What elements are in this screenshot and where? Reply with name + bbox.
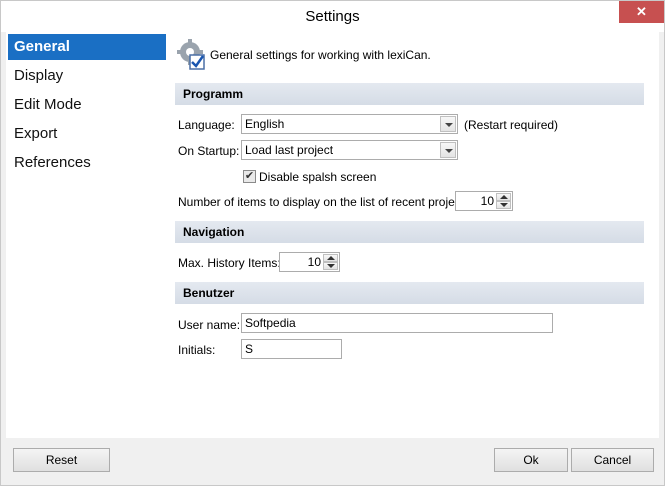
language-label: Language:	[178, 118, 235, 132]
startup-select-value: Load last project	[245, 143, 334, 157]
history-items-stepper[interactable]: 10	[279, 252, 340, 272]
initials-label: Initials:	[178, 343, 216, 357]
recent-projects-value: 10	[480, 194, 494, 208]
sidebar: General Display Edit Mode Export Referen…	[6, 32, 173, 438]
cancel-button[interactable]: Cancel	[571, 448, 654, 472]
splash-checkbox-label: Disable spalsh screen	[259, 170, 377, 184]
startup-label: On Startup:	[178, 144, 240, 158]
initials-field[interactable]: S	[241, 339, 342, 359]
history-items-label: Max. History Items:	[178, 256, 281, 270]
title-bar: Settings ✕	[1, 1, 664, 32]
sidebar-item-label: General	[14, 38, 70, 55]
settings-window: Settings ✕ General Display Edit Mode Exp…	[0, 0, 665, 486]
stepper-down-icon[interactable]	[496, 201, 511, 209]
sidebar-item-export[interactable]: Export	[8, 121, 166, 147]
chevron-down-icon[interactable]	[440, 116, 456, 132]
username-label: User name:	[178, 318, 241, 332]
sidebar-item-label: Display	[14, 67, 64, 84]
language-select[interactable]: English	[241, 114, 458, 134]
reset-button[interactable]: Reset	[13, 448, 110, 472]
section-navigation: Navigation	[175, 221, 644, 243]
sidebar-item-label: References	[14, 154, 91, 171]
stepper-up-icon[interactable]	[496, 193, 511, 201]
username-field[interactable]: Softpedia	[241, 313, 553, 333]
sidebar-item-label: Edit Mode	[14, 96, 82, 113]
splash-checkbox[interactable]: ✔	[243, 170, 256, 183]
header-description: General settings for working with lexiCa…	[210, 48, 431, 62]
stepper-buttons	[323, 254, 338, 270]
sidebar-item-edit-mode[interactable]: Edit Mode	[8, 92, 166, 118]
stepper-buttons	[496, 193, 511, 209]
stepper-down-icon[interactable]	[323, 262, 338, 270]
sidebar-item-display[interactable]: Display	[8, 63, 166, 89]
section-benutzer: Benutzer	[175, 282, 644, 304]
ok-button[interactable]: Ok	[494, 448, 568, 472]
history-items-value: 10	[307, 255, 321, 269]
gear-check-icon	[176, 39, 208, 71]
chevron-down-icon[interactable]	[440, 142, 456, 158]
window-title: Settings	[305, 8, 360, 25]
sidebar-item-references[interactable]: References	[8, 150, 166, 176]
close-button[interactable]: ✕	[619, 1, 664, 23]
stepper-up-icon[interactable]	[323, 254, 338, 262]
language-select-value: English	[245, 117, 285, 131]
recent-projects-stepper[interactable]: 10	[455, 191, 513, 211]
recent-projects-label: Number of items to display on the list o…	[178, 195, 474, 209]
sidebar-item-label: Export	[14, 125, 58, 142]
sidebar-item-general[interactable]: General	[8, 34, 173, 60]
startup-select[interactable]: Load last project	[241, 140, 458, 160]
restart-note: (Restart required)	[464, 118, 559, 132]
section-programm: Programm	[175, 83, 644, 105]
